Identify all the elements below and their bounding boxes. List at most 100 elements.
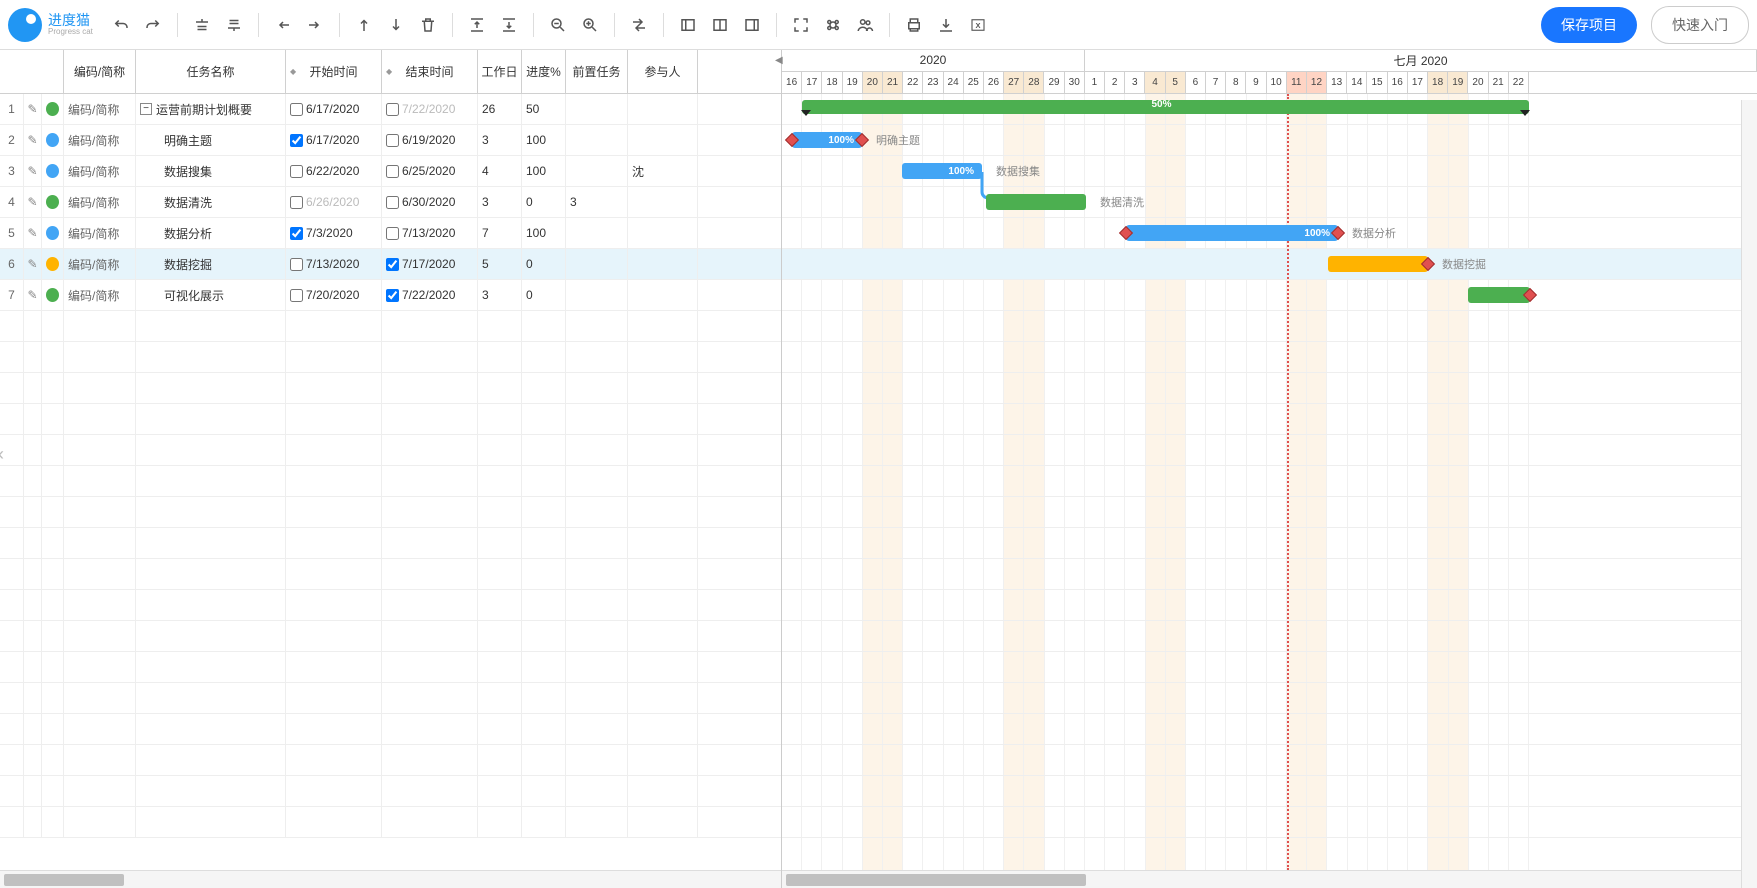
end-checkbox[interactable] xyxy=(386,258,399,271)
table-row-empty[interactable] xyxy=(0,745,781,776)
table-row-empty[interactable] xyxy=(0,590,781,621)
collapse-all-icon[interactable] xyxy=(495,11,523,39)
end-date-cell[interactable]: 7/22/2020 xyxy=(382,94,478,124)
workdays-cell[interactable]: 26 xyxy=(478,94,522,124)
gantt-bar[interactable]: 数据挖掘 xyxy=(1328,256,1428,272)
progress-cell[interactable]: 100 xyxy=(522,125,566,155)
progress-cell[interactable]: 0 xyxy=(522,280,566,310)
logo[interactable]: 进度猫 Progress cat xyxy=(8,8,93,42)
code-cell[interactable]: 编码/简称 xyxy=(64,125,136,155)
download-icon[interactable] xyxy=(932,11,960,39)
participant-cell[interactable] xyxy=(628,94,698,124)
timeline-hscroll[interactable] xyxy=(782,870,1757,888)
workdays-cell[interactable]: 3 xyxy=(478,125,522,155)
end-checkbox[interactable] xyxy=(386,289,399,302)
predecessor-cell[interactable] xyxy=(566,249,628,279)
move-down-icon[interactable] xyxy=(382,11,410,39)
indent-icon[interactable] xyxy=(301,11,329,39)
end-checkbox[interactable] xyxy=(386,165,399,178)
table-row-empty[interactable] xyxy=(0,652,781,683)
code-cell[interactable]: 编码/简称 xyxy=(64,187,136,217)
name-cell[interactable]: 数据搜集 xyxy=(136,156,286,186)
workdays-cell[interactable]: 5 xyxy=(478,249,522,279)
predecessor-cell[interactable] xyxy=(566,280,628,310)
start-date-cell[interactable]: 6/17/2020 xyxy=(286,125,382,155)
start-checkbox[interactable] xyxy=(290,165,303,178)
table-row-empty[interactable] xyxy=(0,497,781,528)
table-row[interactable]: 5✎编码/简称数据分析7/3/20207/13/20207100 xyxy=(0,218,781,249)
col-predecessor[interactable]: 前置任务 xyxy=(566,50,628,93)
layout-right-icon[interactable] xyxy=(738,11,766,39)
vertical-scrollbar[interactable] xyxy=(1741,100,1757,888)
table-row-empty[interactable] xyxy=(0,342,781,373)
start-checkbox[interactable] xyxy=(290,227,303,240)
table-row[interactable]: 7✎编码/简称可视化展示7/20/20207/22/202030 xyxy=(0,280,781,311)
workdays-cell[interactable]: 4 xyxy=(478,156,522,186)
edit-icon[interactable]: ✎ xyxy=(24,156,42,186)
timeline-body[interactable]: 50%100%明确主题100%数据搜集数据清洗100%数据分析数据挖掘 xyxy=(782,94,1757,870)
edit-icon[interactable]: ✎ xyxy=(24,280,42,310)
gantt-bar[interactable]: 100%数据搜集 xyxy=(902,163,982,179)
name-cell[interactable]: −运营前期计划概要 xyxy=(136,94,286,124)
table-row[interactable]: 3✎编码/简称数据搜集6/22/20206/25/20204100沈 xyxy=(0,156,781,187)
save-button[interactable]: 保存项目 xyxy=(1541,7,1637,43)
table-row-empty[interactable] xyxy=(0,311,781,342)
print-icon[interactable] xyxy=(900,11,928,39)
name-cell[interactable]: 可视化展示 xyxy=(136,280,286,310)
table-row[interactable]: 1✎编码/简称−运营前期计划概要6/17/20207/22/20202650 xyxy=(0,94,781,125)
end-checkbox[interactable] xyxy=(386,227,399,240)
link-icon[interactable] xyxy=(625,11,653,39)
splitter-handle[interactable] xyxy=(775,52,787,64)
edit-icon[interactable]: ✎ xyxy=(24,125,42,155)
table-row[interactable]: 6✎编码/简称数据挖掘7/13/20207/17/202050 xyxy=(0,249,781,280)
undo-icon[interactable] xyxy=(107,11,135,39)
start-checkbox[interactable] xyxy=(290,289,303,302)
start-checkbox[interactable] xyxy=(290,103,303,116)
start-checkbox[interactable] xyxy=(290,134,303,147)
edit-icon[interactable]: ✎ xyxy=(24,187,42,217)
col-end[interactable]: 结束时间 xyxy=(382,50,478,93)
participant-cell[interactable] xyxy=(628,125,698,155)
participant-cell[interactable] xyxy=(628,187,698,217)
name-cell[interactable]: 数据挖掘 xyxy=(136,249,286,279)
theme-icon[interactable] xyxy=(819,11,847,39)
grid-hscroll[interactable] xyxy=(0,870,781,888)
outdent-icon[interactable] xyxy=(269,11,297,39)
code-cell[interactable]: 编码/简称 xyxy=(64,156,136,186)
collapse-icon[interactable]: − xyxy=(140,103,152,115)
name-cell[interactable]: 明确主题 xyxy=(136,125,286,155)
participant-cell[interactable] xyxy=(628,249,698,279)
predecessor-cell[interactable] xyxy=(566,125,628,155)
name-cell[interactable]: 数据分析 xyxy=(136,218,286,248)
col-code[interactable]: 编码/简称 xyxy=(64,50,136,93)
progress-cell[interactable]: 100 xyxy=(522,218,566,248)
expand-all-icon[interactable] xyxy=(463,11,491,39)
code-cell[interactable]: 编码/简称 xyxy=(64,218,136,248)
color-dot[interactable] xyxy=(42,125,64,155)
zoom-in-icon[interactable] xyxy=(576,11,604,39)
participant-cell[interactable] xyxy=(628,218,698,248)
col-progress[interactable]: 进度% xyxy=(522,50,566,93)
predecessor-cell[interactable]: 3 xyxy=(566,187,628,217)
progress-cell[interactable]: 50 xyxy=(522,94,566,124)
workdays-cell[interactable]: 3 xyxy=(478,280,522,310)
col-workdays[interactable]: 工作日 xyxy=(478,50,522,93)
table-row-empty[interactable] xyxy=(0,373,781,404)
col-name[interactable]: 任务名称 xyxy=(136,50,286,93)
code-cell[interactable]: 编码/简称 xyxy=(64,280,136,310)
predecessor-cell[interactable] xyxy=(566,156,628,186)
layout-left-icon[interactable] xyxy=(674,11,702,39)
start-date-cell[interactable]: 6/22/2020 xyxy=(286,156,382,186)
participant-cell[interactable] xyxy=(628,280,698,310)
color-dot[interactable] xyxy=(42,249,64,279)
color-dot[interactable] xyxy=(42,94,64,124)
table-row-empty[interactable] xyxy=(0,776,781,807)
end-date-cell[interactable]: 7/17/2020 xyxy=(382,249,478,279)
color-dot[interactable] xyxy=(42,187,64,217)
table-row-empty[interactable] xyxy=(0,466,781,497)
participant-cell[interactable]: 沈 xyxy=(628,156,698,186)
color-dot[interactable] xyxy=(42,280,64,310)
col-start[interactable]: 开始时间 xyxy=(286,50,382,93)
gantt-bar[interactable]: 100%明确主题 xyxy=(792,132,862,148)
start-checkbox[interactable] xyxy=(290,196,303,209)
